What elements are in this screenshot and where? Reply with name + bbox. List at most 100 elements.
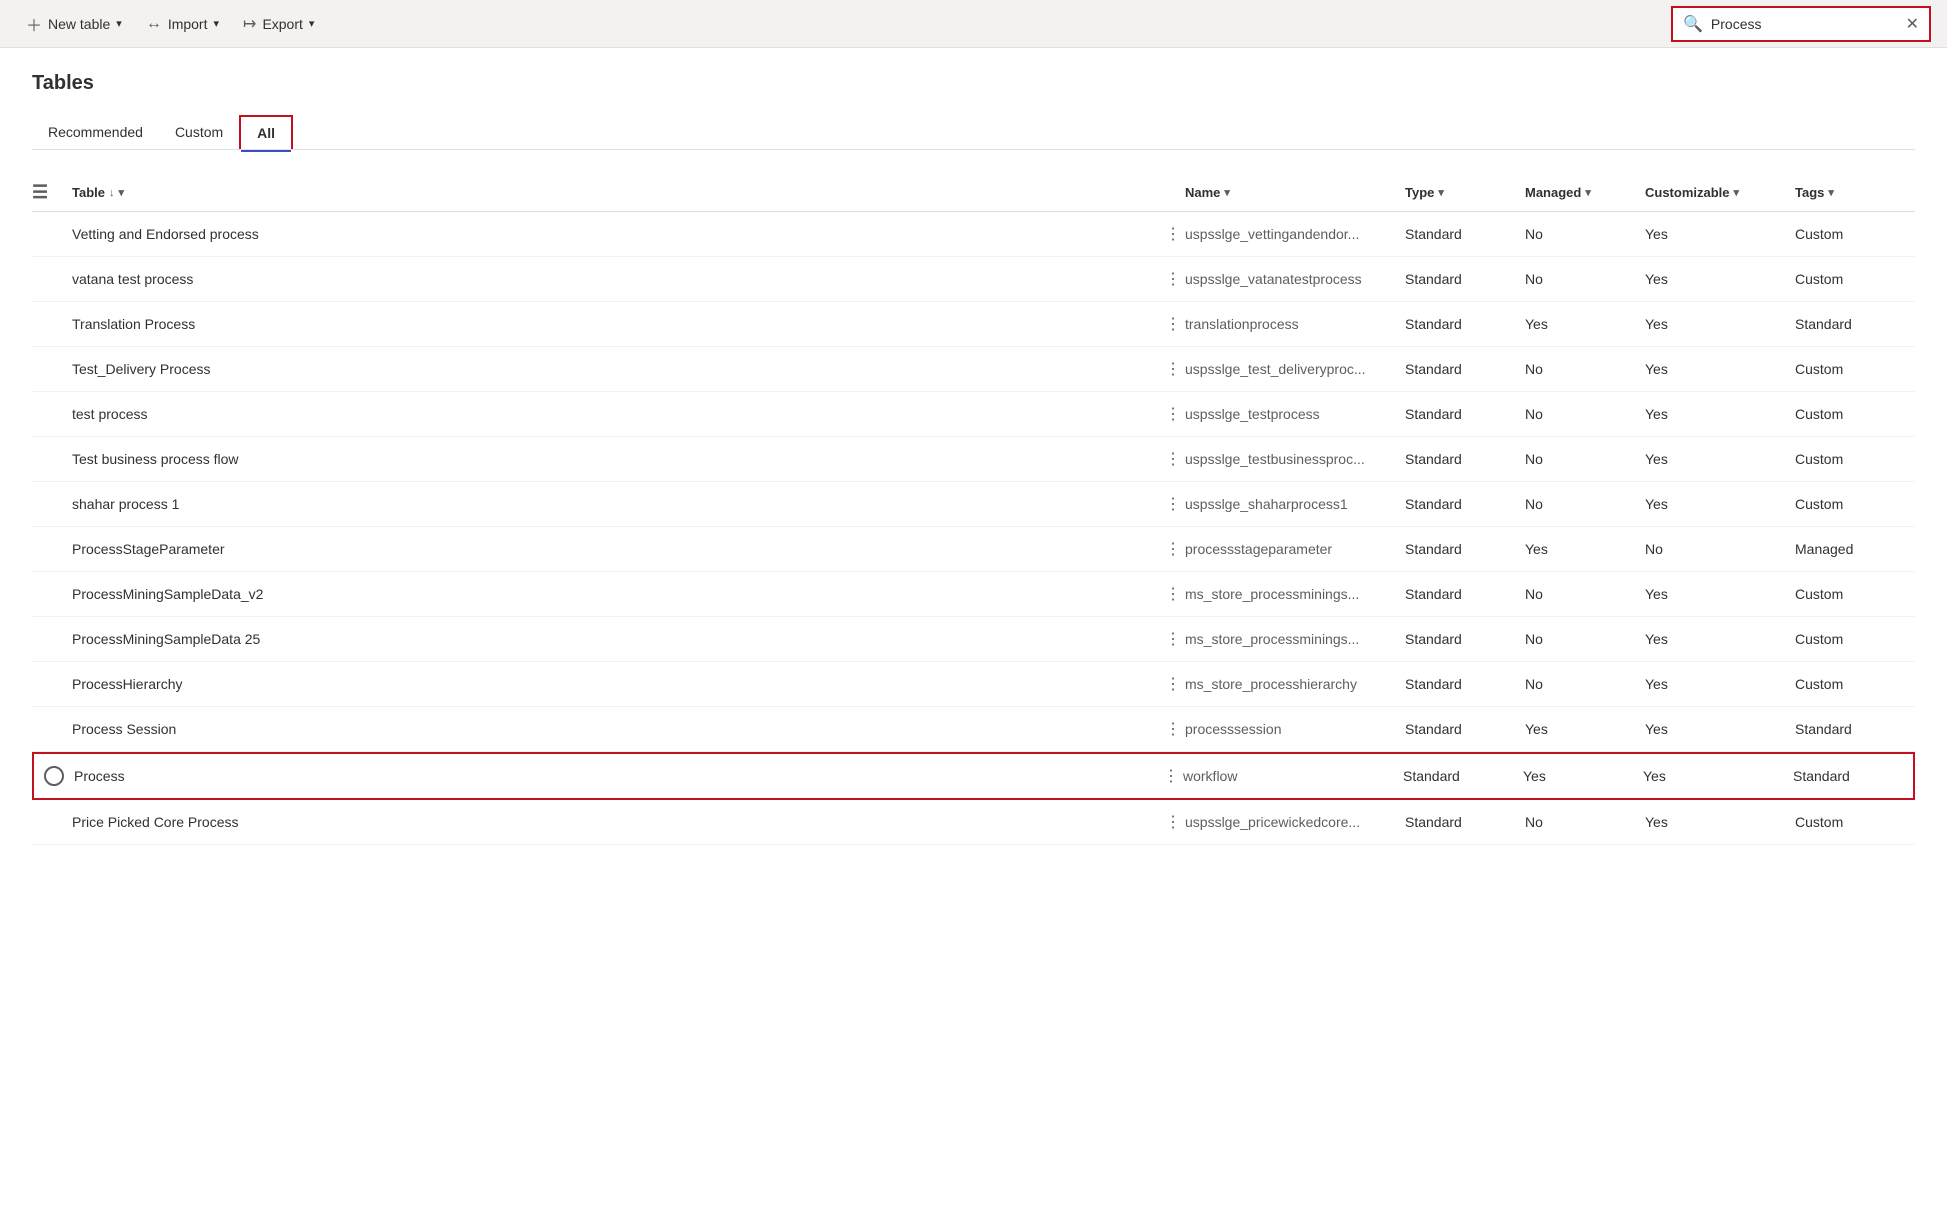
chevron-down-icon-name: ▾ [1224, 186, 1230, 199]
row-more-button[interactable]: ⋮ [1161, 224, 1185, 244]
row-managed: No [1525, 271, 1645, 287]
row-more-button[interactable]: ⋮ [1161, 494, 1185, 514]
row-tags: Custom [1795, 226, 1915, 242]
row-table-name: ProcessMiningSampleData_v2 [72, 586, 1161, 602]
import-button[interactable]: ↔ Import ▾ [136, 9, 229, 39]
row-more-button[interactable]: ⋮ [1161, 584, 1185, 604]
table-row[interactable]: shahar process 1 ⋮ uspsslge_shaharproces… [32, 482, 1915, 527]
table-row[interactable]: Process Session ⋮ processsession Standar… [32, 707, 1915, 752]
type-col-header[interactable]: Type ▾ [1405, 185, 1525, 200]
table-row[interactable]: Process ⋮ workflow Standard Yes Yes Stan… [32, 752, 1915, 800]
row-more-button[interactable]: ⋮ [1161, 359, 1185, 379]
row-tags: Custom [1795, 586, 1915, 602]
row-type: Standard [1405, 541, 1525, 557]
row-more-button[interactable]: ⋮ [1161, 812, 1185, 832]
table-row[interactable]: Vetting and Endorsed process ⋮ uspsslge_… [32, 212, 1915, 257]
table-row[interactable]: Translation Process ⋮ translationprocess… [32, 302, 1915, 347]
row-customizable: Yes [1645, 586, 1795, 602]
table-row[interactable]: test process ⋮ uspsslge_testprocess Stan… [32, 392, 1915, 437]
chevron-down-icon-tags: ▾ [1828, 186, 1834, 199]
tab-all-label: All [257, 125, 275, 141]
export-label: Export [262, 16, 302, 32]
row-type: Standard [1403, 768, 1523, 784]
row-type: Standard [1405, 814, 1525, 830]
tags-col-header[interactable]: Tags ▾ [1795, 185, 1915, 200]
radio-button[interactable] [44, 766, 64, 786]
managed-col-label: Managed [1525, 185, 1581, 200]
row-tags: Custom [1795, 631, 1915, 647]
table-col-header[interactable]: Table ↓ ▾ [72, 185, 1161, 200]
table-row[interactable]: Test business process flow ⋮ uspsslge_te… [32, 437, 1915, 482]
chevron-down-icon-type: ▾ [1438, 186, 1444, 199]
row-more-button[interactable]: ⋮ [1161, 269, 1185, 289]
row-type: Standard [1405, 721, 1525, 737]
row-tags: Custom [1795, 361, 1915, 377]
table-row[interactable]: ProcessStageParameter ⋮ processstagepara… [32, 527, 1915, 572]
name-col-header[interactable]: Name ▾ [1185, 185, 1405, 200]
row-name-value: uspsslge_vatanatestprocess [1185, 271, 1405, 287]
customizable-col-header[interactable]: Customizable ▾ [1645, 185, 1795, 200]
row-more-button[interactable]: ⋮ [1161, 629, 1185, 649]
row-name-value: uspsslge_vettingandendor... [1185, 226, 1405, 242]
row-name-value: uspsslge_shaharprocess1 [1185, 496, 1405, 512]
row-more-button[interactable]: ⋮ [1161, 314, 1185, 334]
table-row[interactable]: ProcessHierarchy ⋮ ms_store_processhiera… [32, 662, 1915, 707]
row-table-name: shahar process 1 [72, 496, 1161, 512]
row-more-button[interactable]: ⋮ [1161, 719, 1185, 739]
row-type: Standard [1405, 586, 1525, 602]
row-managed: Yes [1525, 721, 1645, 737]
row-more-button[interactable]: ⋮ [1161, 404, 1185, 424]
table-row[interactable]: ProcessMiningSampleData 25 ⋮ ms_store_pr… [32, 617, 1915, 662]
row-name-value: uspsslge_pricewickedcore... [1185, 814, 1405, 830]
managed-col-header[interactable]: Managed ▾ [1525, 185, 1645, 200]
row-more-button[interactable]: ⋮ [1161, 539, 1185, 559]
row-table-name: Process [74, 768, 1159, 784]
type-col-label: Type [1405, 185, 1434, 200]
clear-search-button[interactable]: ✕ [1906, 14, 1919, 34]
export-button[interactable]: ↦ Export ▾ [233, 8, 324, 40]
row-name-value: ms_store_processminings... [1185, 631, 1405, 647]
row-tags: Custom [1795, 676, 1915, 692]
row-more-button[interactable]: ⋮ [1161, 674, 1185, 694]
row-table-name: ProcessStageParameter [72, 541, 1161, 557]
table-row[interactable]: Price Picked Core Process ⋮ uspsslge_pri… [32, 800, 1915, 845]
row-radio-cell[interactable] [34, 766, 74, 786]
row-managed: No [1525, 676, 1645, 692]
chevron-down-icon: ▾ [309, 17, 315, 30]
table-row[interactable]: ProcessMiningSampleData_v2 ⋮ ms_store_pr… [32, 572, 1915, 617]
row-more-button[interactable]: ⋮ [1161, 449, 1185, 469]
search-input[interactable] [1711, 16, 1898, 32]
row-customizable: Yes [1645, 676, 1795, 692]
new-table-button[interactable]: ＋ New table ▾ [16, 6, 132, 42]
row-name-value: workflow [1183, 768, 1403, 784]
row-tags: Standard [1795, 316, 1915, 332]
search-box: 🔍 ✕ [1671, 6, 1931, 42]
row-customizable: Yes [1645, 226, 1795, 242]
chevron-down-icon-customizable: ▾ [1734, 186, 1740, 199]
tab-all[interactable]: All [239, 115, 293, 149]
row-managed: No [1525, 226, 1645, 242]
import-label: Import [168, 16, 208, 32]
row-type: Standard [1405, 226, 1525, 242]
row-tags: Managed [1795, 541, 1915, 557]
list-icon-header[interactable]: ☰ [32, 182, 72, 203]
row-managed: No [1525, 496, 1645, 512]
row-managed: Yes [1523, 768, 1643, 784]
row-name-value: translationprocess [1185, 316, 1405, 332]
row-managed: No [1525, 631, 1645, 647]
tab-custom[interactable]: Custom [159, 115, 239, 149]
tab-recommended[interactable]: Recommended [32, 115, 159, 149]
row-customizable: Yes [1645, 451, 1795, 467]
row-type: Standard [1405, 406, 1525, 422]
toolbar: ＋ New table ▾ ↔ Import ▾ ↦ Export ▾ 🔍 ✕ [0, 0, 1947, 48]
search-icon: 🔍 [1683, 14, 1703, 34]
row-table-name: ProcessHierarchy [72, 676, 1161, 692]
row-customizable: Yes [1645, 631, 1795, 647]
table-row[interactable]: Test_Delivery Process ⋮ uspsslge_test_de… [32, 347, 1915, 392]
row-customizable: Yes [1645, 814, 1795, 830]
row-table-name: vatana test process [72, 271, 1161, 287]
name-col-label: Name [1185, 185, 1220, 200]
table-row[interactable]: vatana test process ⋮ uspsslge_vatanates… [32, 257, 1915, 302]
row-more-button[interactable]: ⋮ [1159, 766, 1183, 786]
row-managed: Yes [1525, 541, 1645, 557]
